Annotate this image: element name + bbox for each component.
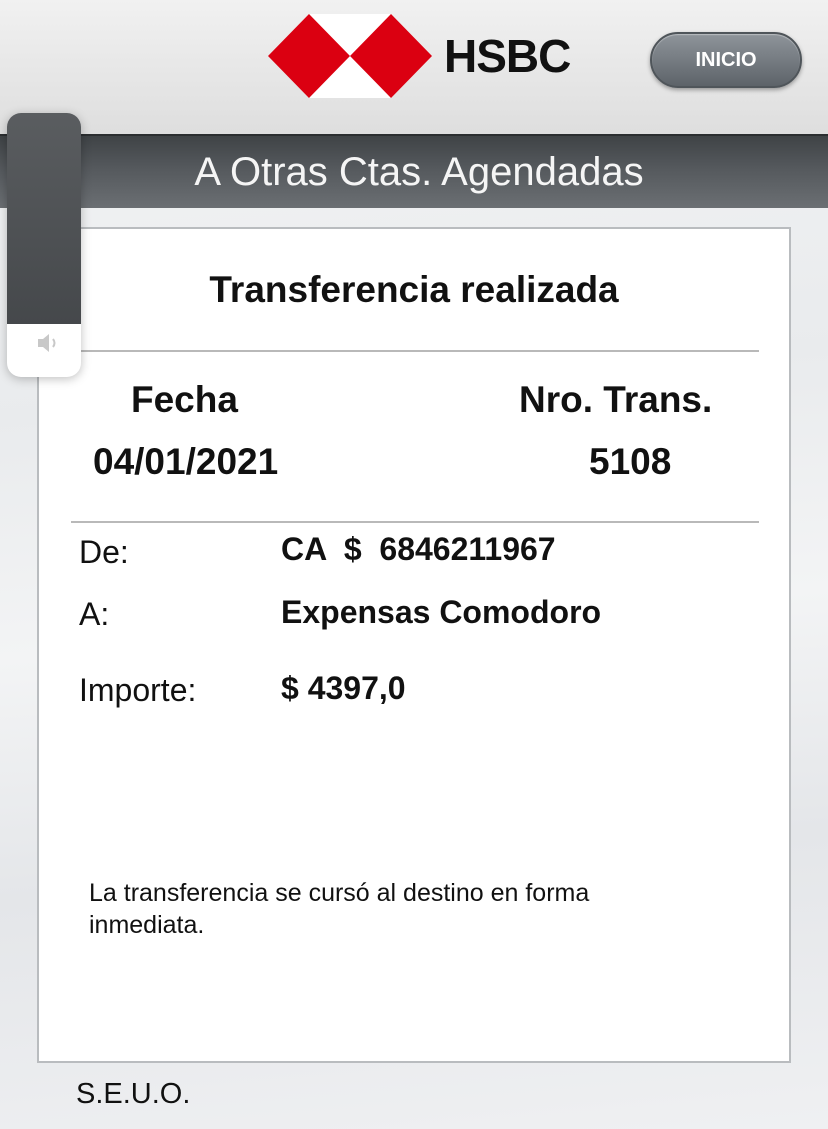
app-header: HSBC INICIO: [0, 0, 828, 134]
divider: [71, 521, 759, 523]
volume-level-fill: [7, 113, 81, 324]
importe-label: Importe:: [79, 672, 197, 708]
inicio-button[interactable]: INICIO: [650, 32, 802, 88]
fecha-label: Fecha: [131, 379, 238, 420]
a-label: A:: [79, 596, 110, 632]
importe-value: $ 4397,0: [281, 670, 406, 706]
volume-hud: [7, 113, 81, 377]
hsbc-hexagon-icon: [268, 14, 432, 98]
transfer-receipt-card: Transferencia realizada Fecha Nro. Trans…: [37, 227, 791, 1063]
a-value: Expensas Comodoro: [281, 594, 602, 630]
nro-trans-value: 5108: [589, 441, 672, 482]
transfer-note: La transferencia se cursó al destino en …: [89, 879, 590, 939]
speaker-icon: [36, 332, 62, 359]
receipt-title: Transferencia realizada: [209, 269, 619, 310]
de-value: CA $ 6846211967: [281, 531, 556, 567]
de-label: De:: [79, 534, 129, 570]
nro-trans-label: Nro. Trans.: [519, 379, 713, 420]
page-title: A Otras Ctas. Agendadas: [0, 134, 828, 208]
brand-name: HSBC: [444, 30, 571, 82]
fecha-value: 04/01/2021: [93, 441, 279, 482]
hsbc-logo: HSBC: [268, 14, 571, 98]
seuo-disclaimer: S.E.U.O.: [76, 1078, 191, 1110]
divider: [71, 350, 759, 352]
